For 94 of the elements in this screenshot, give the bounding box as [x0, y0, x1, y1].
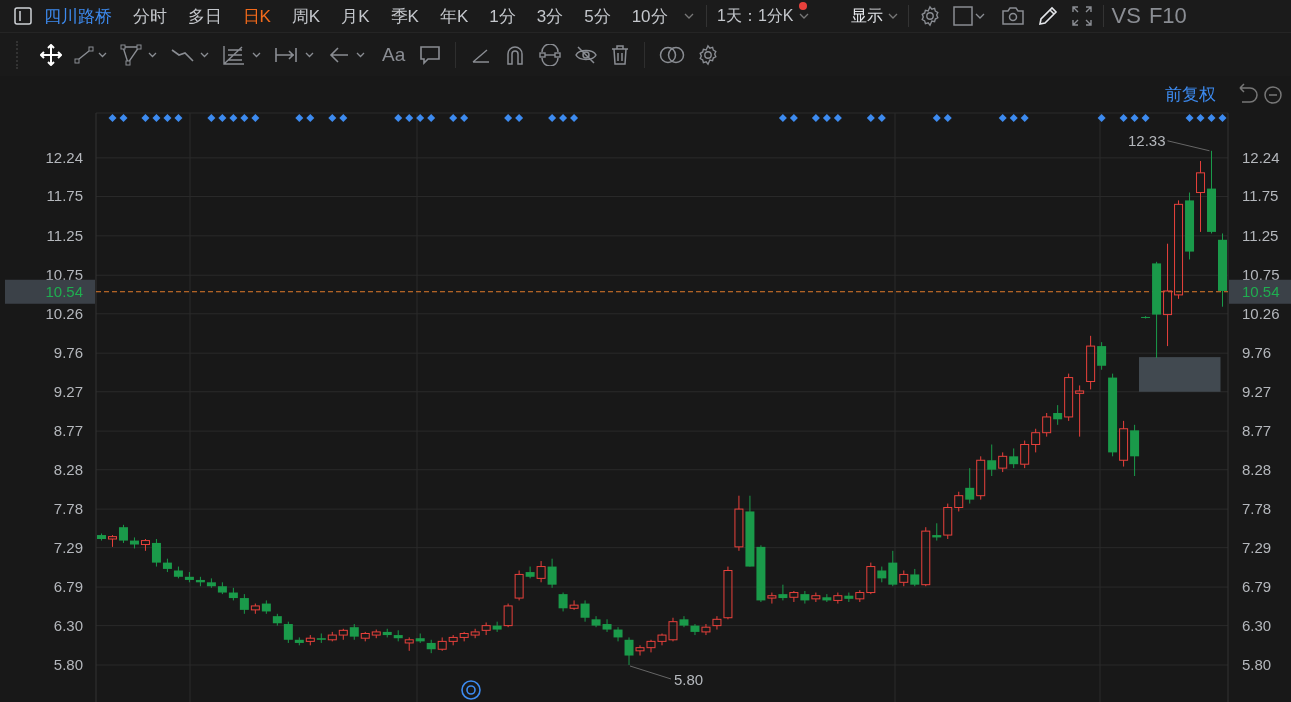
- f10-button[interactable]: F10: [1144, 3, 1191, 29]
- period-tab[interactable]: 日K: [232, 4, 282, 28]
- fullscreen-icon[interactable]: [1070, 5, 1093, 27]
- candle: [459, 631, 469, 642]
- axis-label: 6.79: [53, 578, 83, 596]
- axis-label: 6.30: [1242, 616, 1272, 634]
- price-tag: 10.54: [1242, 282, 1280, 300]
- candle: [305, 634, 315, 646]
- price-tag-background: [1229, 279, 1291, 304]
- period-tab[interactable]: 分时: [122, 4, 177, 28]
- axis-label: 11.75: [46, 187, 83, 205]
- chevron-icon: [798, 13, 809, 19]
- candle: [1020, 440, 1030, 469]
- hide-icon[interactable]: [574, 43, 599, 66]
- event-icon[interactable]: [461, 680, 481, 700]
- chevron-icon: [887, 13, 898, 19]
- axis-label: 11.25: [1242, 226, 1279, 244]
- axis-label: 7.78: [53, 500, 83, 518]
- candle: [1009, 447, 1019, 469]
- axis-label: 5.80: [1242, 656, 1272, 673]
- candle: [833, 592, 843, 605]
- period-tab[interactable]: 月K: [330, 4, 381, 28]
- candle: [393, 629, 403, 642]
- axis-label: 10.26: [45, 304, 83, 322]
- zoom-out-icon[interactable]: [1264, 86, 1282, 104]
- undo-icon[interactable]: [1239, 83, 1258, 103]
- adjust-button[interactable]: 前复权: [1165, 85, 1216, 104]
- axis-label: 11.75: [1242, 187, 1279, 205]
- period-tab[interactable]: 季K: [380, 4, 430, 28]
- axis-label: 8.77: [1242, 422, 1272, 440]
- vs-button[interactable]: VS: [1107, 3, 1145, 29]
- period-tab[interactable]: 年K: [429, 4, 479, 28]
- period-tab[interactable]: 多日: [177, 4, 232, 28]
- candle: [173, 566, 183, 579]
- axis-label: 10.26: [1242, 304, 1280, 322]
- square-dropdown-icon[interactable]: [952, 5, 985, 27]
- candle: [448, 634, 458, 646]
- candle: [338, 628, 348, 641]
- settings-icon[interactable]: [697, 43, 720, 66]
- leader-line: [1167, 140, 1210, 152]
- display-dropdown[interactable]: 显示: [844, 5, 904, 27]
- text-tool[interactable]: Aa: [378, 43, 410, 66]
- period-tab[interactable]: 周K: [281, 4, 331, 28]
- candle: [778, 584, 788, 601]
- axis-label: 9.76: [1242, 344, 1272, 362]
- candle: [822, 593, 832, 603]
- axis-label: 9.76: [53, 344, 83, 362]
- axis-label: 6.79: [1242, 578, 1272, 596]
- candle: [108, 534, 117, 548]
- axis-label: 5.80: [53, 656, 83, 673]
- axis-label: 8.28: [53, 460, 83, 478]
- axis-label: 7.78: [1242, 500, 1272, 518]
- axis-label: 7.29: [1242, 538, 1272, 556]
- candle: [789, 590, 799, 603]
- axis-label: 8.28: [1242, 460, 1272, 478]
- leader-line: [629, 665, 672, 680]
- camera-icon[interactable]: [1000, 6, 1025, 26]
- move-icon[interactable]: [40, 43, 62, 66]
- period-tab[interactable]: 10分: [621, 4, 679, 28]
- axis-label: 9.27: [53, 382, 83, 400]
- price-tag: 10.54: [45, 282, 83, 300]
- line-tool-icon[interactable]: [74, 44, 108, 65]
- axis-label: 9.27: [1242, 382, 1272, 400]
- stock-name[interactable]: 四川路桥: [44, 4, 112, 28]
- axis-label: 12.24: [45, 148, 83, 166]
- axis-label: 7.29: [53, 538, 83, 556]
- candle: [1130, 424, 1140, 477]
- axis-label: 11.25: [46, 226, 83, 244]
- candle: [327, 631, 337, 642]
- panel-icon[interactable]: [14, 7, 32, 25]
- candle: [426, 639, 436, 654]
- candle: [217, 581, 227, 595]
- compare-icon[interactable]: [659, 44, 686, 65]
- candle: [547, 558, 557, 589]
- polygon-tool-icon[interactable]: [120, 43, 158, 66]
- period-tab[interactable]: 3分: [526, 4, 574, 28]
- settings-icon[interactable]: [918, 5, 941, 27]
- period-tab[interactable]: 1分: [478, 4, 527, 28]
- candle: [811, 592, 821, 603]
- trash-icon[interactable]: [610, 43, 631, 66]
- axis-label: 10.75: [1242, 266, 1280, 284]
- axis-label: 12.24: [1242, 148, 1280, 166]
- period-tab[interactable]: 5分: [573, 4, 622, 28]
- candle: [206, 577, 216, 589]
- high-price-label: 12.33: [1127, 131, 1166, 149]
- axis-label: 10.75: [45, 266, 83, 284]
- link-icon[interactable]: [538, 43, 563, 66]
- comment-icon[interactable]: [419, 43, 442, 66]
- grid-tool-icon[interactable]: [222, 43, 262, 66]
- low-price-label: 5.80: [674, 671, 704, 688]
- chevron-icon[interactable]: [684, 13, 695, 19]
- pencil-icon[interactable]: [1036, 5, 1059, 27]
- axis-label: 8.77: [53, 422, 83, 440]
- axis-label: 6.30: [53, 616, 83, 634]
